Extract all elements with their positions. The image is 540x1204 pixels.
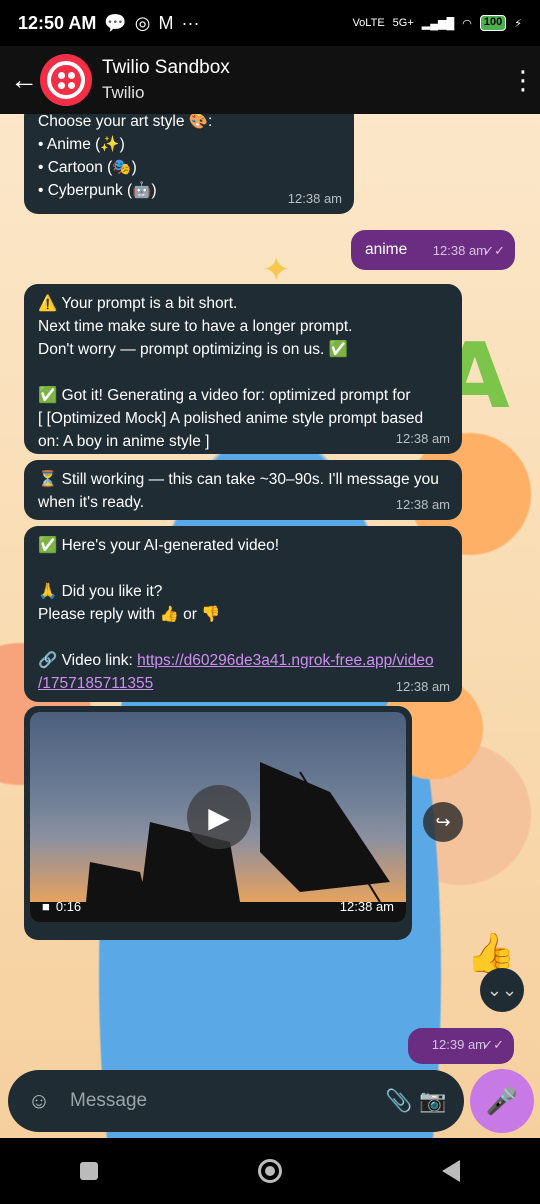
message-bubble-style-options[interactable]: Choose your art style 🎨: • Anime (✨) • C… — [24, 114, 354, 214]
message-time: 12:38 am — [395, 679, 450, 694]
message-time: 12:38 am — [395, 431, 450, 446]
chat-area[interactable]: A ✦ 👍 Choose your art style 🎨: • Anime (… — [0, 114, 540, 1138]
double-check-icon: ✓✓ — [482, 1037, 504, 1052]
message-time: 12:38 am — [287, 191, 342, 206]
message-line — [38, 557, 448, 580]
message-time: 12:38 am — [395, 497, 450, 512]
double-check-icon: ✓✓ — [483, 243, 505, 258]
message-text: anime — [365, 241, 408, 258]
message-bubble-video-ready[interactable]: ✅ Here's your AI-generated video! 🙏 Did … — [24, 526, 462, 702]
overflow-menu-icon[interactable]: ⋮ — [510, 65, 536, 96]
message-time: 12:39 am — [431, 1037, 486, 1052]
more-dots-icon: ··· — [181, 12, 200, 33]
volte-icon: VoLTE — [352, 17, 385, 29]
message-line: Choose your art style 🎨: — [38, 114, 213, 130]
video-link-line: /1757185711355 — [38, 672, 448, 695]
message-line: when it's ready. — [38, 494, 145, 511]
video-thumbnail[interactable]: ▶ ■ 0:16 12:38 am — [30, 712, 406, 922]
video-camera-icon: ■ — [42, 899, 50, 914]
contact-info[interactable]: Twilio Sandbox Twilio — [102, 57, 510, 103]
video-link-line: 🔗 Video link: https://d60296de3a41.ngrok… — [38, 649, 448, 672]
video-message[interactable]: ▶ ■ 0:16 12:38 am — [24, 706, 412, 940]
status-bar: 12:50 AM 💬 ◎ M ··· VoLTE 5G+ ▂▄▆█ ◠ 100 … — [0, 0, 540, 46]
attach-icon[interactable]: 📎 — [382, 1088, 416, 1114]
wifi-icon: ◠ — [462, 17, 472, 30]
message-bubble-still-working[interactable]: ⏳ Still working — this can take ~30–90s.… — [24, 460, 462, 520]
message-bubble-prompt-short[interactable]: ⚠️ Your prompt is a bit short. Next time… — [24, 284, 462, 454]
message-line: • Anime (✨) — [38, 136, 125, 153]
message-line: Please reply with 👍 or 👎 — [38, 606, 221, 623]
play-icon[interactable]: ▶ — [187, 785, 251, 849]
signal-icon: ▂▄▆█ — [421, 17, 455, 30]
message-line: Next time make sure to have a longer pro… — [38, 318, 353, 335]
message-line: ⏳ Still working — this can take ~30–90s.… — [38, 471, 439, 488]
camera-icon[interactable]: 📷 — [416, 1088, 450, 1114]
twilio-logo-icon — [47, 61, 85, 99]
avatar[interactable] — [40, 54, 92, 106]
message-bubble-last[interactable]: 12:39 am ✓✓ — [408, 1028, 514, 1064]
link-prefix: 🔗 Video link: — [38, 652, 138, 669]
message-input[interactable]: Message — [70, 1090, 382, 1112]
message-line: ⚠️ Your prompt is a bit short. — [38, 295, 238, 312]
status-time: 12:50 AM — [18, 12, 97, 33]
sticker-icon[interactable]: ☺ — [22, 1088, 56, 1114]
message-line: [ [Optimized Mock] A polished anime styl… — [38, 410, 424, 427]
message-line: on: A boy in anime style ] — [38, 433, 210, 450]
back-arrow-icon[interactable]: ← — [10, 64, 40, 96]
system-nav-bar — [0, 1138, 540, 1204]
contact-name: Twilio Sandbox — [102, 57, 230, 78]
message-bubble-anime[interactable]: anime 12:38 am ✓✓ — [351, 230, 515, 270]
forward-icon[interactable]: ↪ — [423, 802, 463, 842]
message-line: ✅ Here's your AI-generated video! — [38, 537, 280, 554]
message-line: ✅ Got it! Generating a video for: optimi… — [38, 387, 411, 404]
back-icon[interactable] — [442, 1160, 460, 1182]
message-line: • Cartoon (🎭) — [38, 159, 137, 176]
recents-icon[interactable] — [80, 1162, 98, 1180]
video-link[interactable]: https://d60296de3a41.ngrok-free.app/vide… — [137, 652, 433, 669]
scroll-down-icon[interactable]: ⌄⌄ — [480, 968, 524, 1012]
message-input-bar: ☺ Message 📎 📷 — [8, 1070, 464, 1132]
mic-icon[interactable]: 🎤 — [470, 1069, 534, 1133]
network-label: 5G+ — [392, 17, 414, 29]
video-link-continuation[interactable]: /1757185711355 — [38, 675, 153, 692]
video-duration: ■ 0:16 — [42, 899, 81, 914]
message-line: 🙏 Did you like it? — [38, 583, 163, 600]
message-line — [38, 361, 448, 384]
chat-bubble-icon: 💬 — [104, 12, 127, 33]
home-icon[interactable] — [258, 1159, 282, 1183]
message-time: 12:38 am — [432, 243, 487, 258]
message-line — [38, 626, 448, 649]
contact-subtitle: Twilio — [102, 83, 145, 102]
duration-label: 0:16 — [55, 899, 82, 914]
chat-header: ← Twilio Sandbox Twilio ⋮ — [0, 46, 540, 114]
gmail-icon: M — [158, 12, 174, 33]
battery-icon: 100 — [479, 15, 507, 31]
message-line: Don't worry — prompt optimizing is on us… — [38, 341, 348, 358]
charging-icon: ⚡ — [514, 17, 522, 30]
instagram-icon: ◎ — [134, 12, 151, 33]
video-time: 12:38 am — [339, 899, 394, 914]
